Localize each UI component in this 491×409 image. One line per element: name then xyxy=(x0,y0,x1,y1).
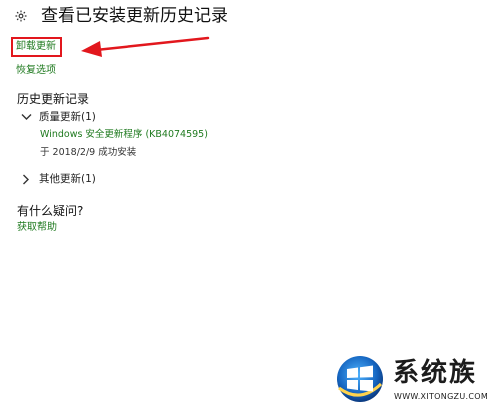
quality-updates-label: 质量更新(1) xyxy=(39,111,96,123)
update-install-status: 于 2018/2/9 成功安装 xyxy=(40,147,137,158)
recovery-options-link[interactable]: 恢复选项 xyxy=(16,64,56,77)
gear-icon xyxy=(12,7,30,25)
watermark-brand: 系统族 xyxy=(393,358,478,388)
other-updates-label: 其他更新(1) xyxy=(39,173,96,185)
windows-logo-icon xyxy=(337,356,383,402)
watermark: 系统族 WWW.XITONGZU.COM xyxy=(333,349,491,409)
uninstall-updates-link[interactable]: 卸载更新 xyxy=(16,40,56,53)
chevron-right-icon xyxy=(20,173,32,185)
get-help-link[interactable]: 获取帮助 xyxy=(17,221,57,234)
questions-heading: 有什么疑问? xyxy=(17,204,84,218)
update-history-heading: 历史更新记录 xyxy=(17,92,90,106)
annotation-arrow xyxy=(81,36,210,57)
other-updates-toggle[interactable]: 其他更新(1) xyxy=(20,172,96,186)
watermark-url: WWW.XITONGZU.COM xyxy=(394,392,489,401)
chevron-down-icon xyxy=(20,111,32,123)
page-title: 查看已安装更新历史记录 xyxy=(41,6,228,26)
update-item-link[interactable]: Windows 安全更新程序 (KB4074595) xyxy=(40,128,208,141)
quality-updates-toggle[interactable]: 质量更新(1) xyxy=(20,110,96,124)
